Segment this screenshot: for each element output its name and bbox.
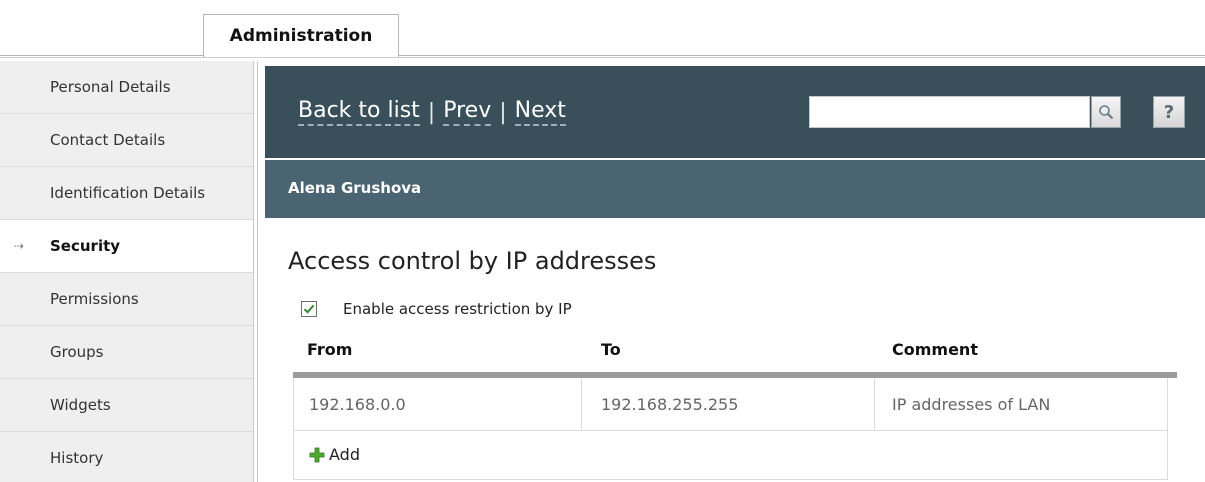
sidebar-item-widgets[interactable]: Widgets (0, 379, 253, 432)
prev-link[interactable]: Prev (443, 98, 492, 126)
sidebar-item-permissions[interactable]: Permissions (0, 273, 253, 326)
sidebar-item-contact-details[interactable]: Contact Details (0, 114, 253, 167)
enable-restriction-label: Enable access restriction by IP (343, 300, 572, 318)
search-input[interactable] (809, 96, 1090, 128)
record-name-bar: Alena Grushova (265, 160, 1205, 218)
help-button[interactable]: ? (1153, 96, 1185, 128)
sidebar: Personal Details Contact Details Identif… (0, 61, 253, 482)
enable-restriction-checkbox[interactable] (301, 301, 317, 317)
add-row: Add (293, 431, 1168, 480)
search-button[interactable] (1091, 96, 1121, 128)
sidebar-item-label: Security (50, 237, 121, 255)
cell-to: 192.168.255.255 (601, 394, 739, 414)
nav-separator: | (427, 99, 436, 125)
next-link[interactable]: Next (514, 98, 566, 126)
sidebar-item-identification-details[interactable]: Identification Details (0, 167, 253, 220)
table-row[interactable]: 192.168.0.0 192.168.255.255 IP addresses… (293, 378, 1168, 431)
current-arrow-icon: ⇢ (14, 239, 25, 253)
checkmark-icon (303, 304, 315, 314)
record-navigation: Back to list | Prev | Next (298, 98, 566, 126)
tab-administration[interactable]: Administration (203, 14, 399, 57)
sidebar-item-groups[interactable]: Groups (0, 326, 253, 379)
record-header: Back to list | Prev | Next ? (265, 66, 1205, 158)
search-icon (1099, 105, 1114, 120)
back-to-list-link[interactable]: Back to list (298, 98, 420, 126)
add-button[interactable]: Add (309, 445, 360, 464)
sidebar-divider-inner (257, 61, 258, 482)
plus-icon (309, 447, 325, 462)
nav-separator: | (499, 99, 507, 125)
cell-from: 192.168.0.0 (309, 394, 406, 414)
sidebar-item-personal-details[interactable]: Personal Details (0, 61, 253, 114)
record-name: Alena Grushova (288, 179, 422, 197)
column-header-to: To (601, 340, 621, 359)
column-header-comment: Comment (892, 340, 978, 359)
cell-comment: IP addresses of LAN (892, 394, 1051, 414)
enable-restriction-row: Enable access restriction by IP (301, 300, 572, 318)
add-label: Add (329, 445, 360, 464)
tab-strip-border-lower (0, 57, 1205, 58)
cell-divider (874, 378, 875, 430)
tab-strip: Administration (0, 0, 1205, 58)
cell-divider (581, 378, 582, 430)
tab-strip-border (0, 55, 1205, 56)
sidebar-item-history[interactable]: History (0, 432, 253, 482)
sidebar-item-security[interactable]: ⇢ Security (0, 220, 253, 273)
column-header-from: From (307, 340, 353, 359)
section-title: Access control by IP addresses (288, 247, 657, 275)
sidebar-divider (253, 61, 254, 482)
help-icon: ? (1163, 101, 1175, 123)
